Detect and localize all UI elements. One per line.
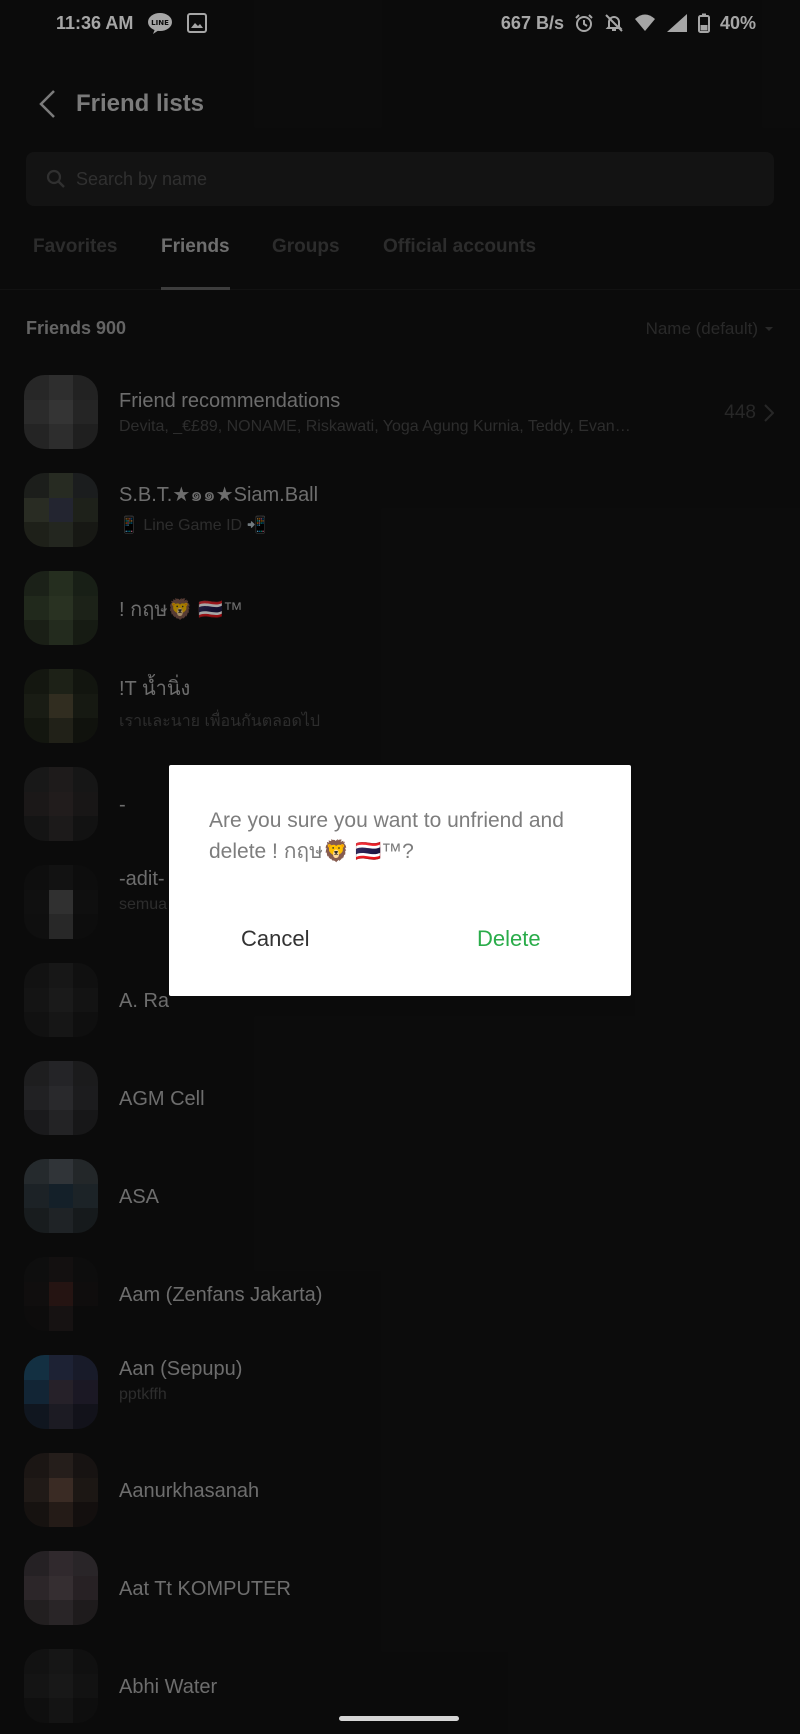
dialog-message: Are you sure you want to unfriend and de… [209, 809, 564, 863]
friend-lists-screen: 11:36 AM LINE 667 B/s 40% Friend lists S… [0, 0, 800, 1734]
delete-button[interactable]: Delete [477, 926, 541, 952]
unfriend-confirm-dialog: Are you sure you want to unfriend and de… [169, 765, 631, 996]
cancel-button[interactable]: Cancel [241, 926, 309, 952]
home-indicator[interactable] [339, 1716, 459, 1721]
